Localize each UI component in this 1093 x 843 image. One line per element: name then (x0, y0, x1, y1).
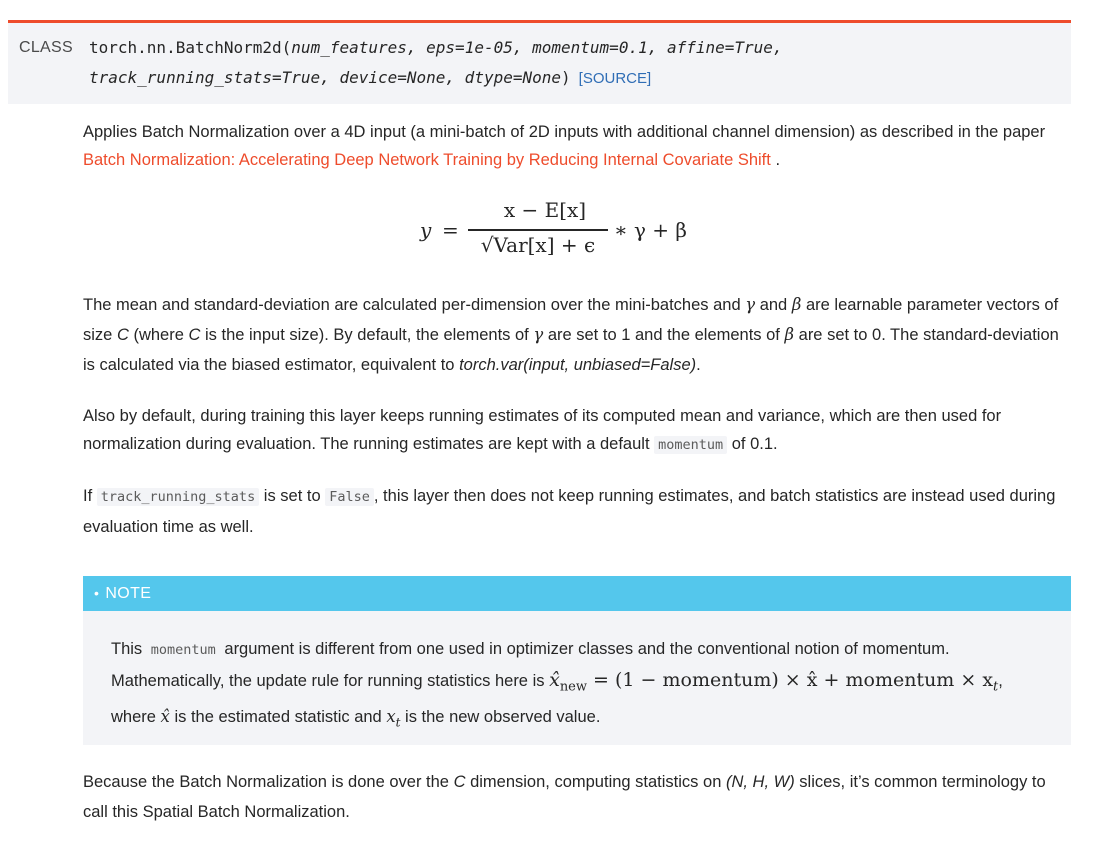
c-symbol: C (188, 326, 201, 344)
equation-denominator: √Var[x] + ϵ (480, 233, 596, 257)
note-body: This momentum argument is different from… (111, 634, 1041, 738)
running-estimates-paragraph: Also by default, during training this la… (83, 402, 1068, 459)
equation-numerator: x − E[x] (503, 198, 587, 222)
text: This (111, 640, 143, 658)
class-keyword: CLASS (19, 39, 73, 56)
params-line-1: num_features, eps=1e-05, momentum=0.1, a… (291, 38, 783, 57)
formula-subscript: new (559, 679, 588, 695)
text: Because the Batch Normalization is done … (83, 773, 449, 791)
track-running-stats-code: track_running_stats (96, 488, 260, 506)
false-code: False (325, 488, 374, 506)
text: . (696, 356, 701, 374)
gamma-symbol: γ (745, 295, 756, 314)
note-box: • NOTE This momentum argument is differen… (83, 576, 1071, 745)
xhat-symbol: x̂ (160, 707, 170, 727)
formula-update-rule: = (1 − momentum) × x̂ + momentum × x (587, 669, 994, 691)
text: (where (133, 326, 184, 344)
gamma-symbol: γ (533, 325, 544, 344)
formula-xhat: x̂ (549, 669, 560, 691)
text: If (83, 487, 93, 505)
params-line-2: track_running_stats=True, device=None, d… (89, 68, 562, 87)
batchnorm-equation: y = x − E[x] √Var[x] + ϵ ∗ γ + β (420, 198, 700, 268)
beta-symbol: β (791, 295, 802, 314)
intro-paragraph: Applies Batch Normalization over a 4D in… (83, 118, 1068, 174)
text: is the estimated statistic and (174, 708, 382, 727)
fraction-bar (468, 229, 608, 231)
equation-equals: = (442, 218, 459, 242)
torch-var-reference: torch.var(input, unbiased=False) (459, 356, 697, 374)
text: is set to (263, 487, 321, 505)
beta-symbol: β (784, 325, 795, 344)
text: Also by default, during training this la… (83, 407, 1002, 453)
paper-link[interactable]: Batch Normalization: Accelerating Deep N… (83, 151, 771, 169)
mean-std-paragraph: The mean and standard-deviation are calc… (83, 290, 1068, 380)
c-symbol: C (116, 326, 129, 344)
spatial-batchnorm-paragraph: Because the Batch Normalization is done … (83, 767, 1068, 827)
equation-rest: ∗ γ + β (614, 218, 687, 242)
c-symbol: C (453, 773, 466, 791)
intro-end: . (775, 151, 781, 169)
text: dimension, computing statistics on (470, 773, 722, 791)
open-paren: ( (281, 38, 292, 57)
intro-text: Applies Batch Normalization over a 4D in… (83, 123, 1046, 141)
text: is the input size). By default, the elem… (205, 326, 529, 344)
class-signature: CLASS torch.nn.BatchNorm2d(num_features,… (8, 23, 1071, 104)
xt-symbol: x (386, 707, 396, 727)
text: is the new observed value. (405, 708, 601, 727)
momentum-code: momentum (146, 641, 220, 659)
note-title: NOTE (105, 585, 152, 602)
text: and (759, 296, 788, 314)
track-running-stats-paragraph: If track_running_stats is set to False, … (83, 481, 1068, 542)
text: are set to 1 and the elements of (547, 326, 780, 344)
text: of 0.1. (731, 435, 778, 453)
bullet-icon: • (94, 585, 100, 601)
close-paren: ) (561, 68, 571, 87)
note-header: • NOTE (83, 576, 1071, 611)
class-name: torch.nn.BatchNorm2d (89, 38, 282, 57)
signature-line-2: track_running_stats=True, device=None, d… (89, 68, 651, 88)
equation-lhs: y (420, 218, 432, 242)
text: The mean and standard-deviation are calc… (83, 296, 741, 314)
nhw-symbol: (N, H, W) (725, 773, 795, 791)
xt-subscript: t (395, 715, 401, 730)
signature-line-1: torch.nn.BatchNorm2d(num_features, eps=1… (89, 38, 783, 58)
source-link[interactable]: [SOURCE] (579, 70, 652, 87)
momentum-code: momentum (654, 436, 728, 454)
